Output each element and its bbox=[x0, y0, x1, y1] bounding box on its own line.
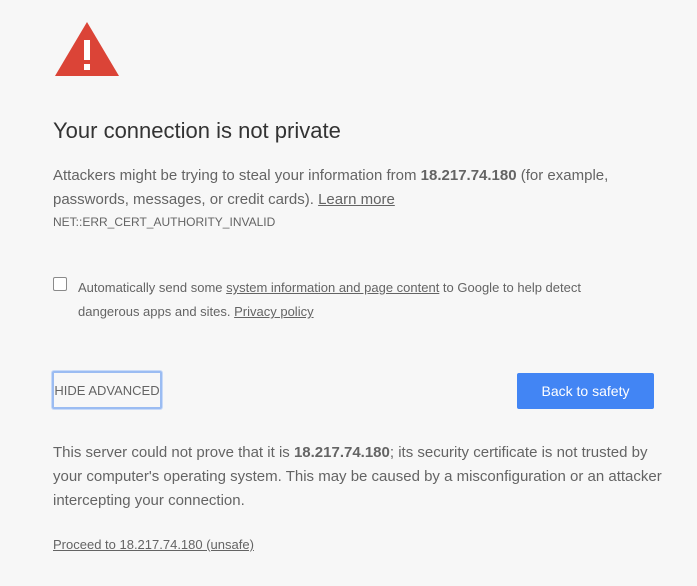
main-message: Attackers might be trying to steal your … bbox=[53, 164, 653, 212]
reporting-checkbox[interactable] bbox=[53, 277, 67, 291]
warning-triangle-icon bbox=[55, 22, 119, 76]
hide-advanced-button[interactable]: HIDE ADVANCED bbox=[52, 371, 162, 409]
checkbox-prefix: Automatically send some bbox=[78, 280, 227, 295]
details-host: 18.217.74.180 bbox=[293, 444, 390, 461]
advanced-details: This server could not prove that it is 1… bbox=[53, 441, 663, 513]
page-title: Your connection is not private bbox=[53, 118, 341, 143]
message-prefix: Attackers might be trying to steal your … bbox=[53, 167, 421, 184]
back-to-safety-button[interactable]: Back to safety bbox=[517, 373, 654, 409]
error-code: NET::ERR_CERT_AUTHORITY_INVALID bbox=[53, 215, 276, 229]
proceed-unsafe-link[interactable]: Proceed to 18.217.74.180 (unsafe) bbox=[53, 537, 254, 552]
learn-more-link[interactable]: Learn more bbox=[318, 191, 395, 208]
message-host: 18.217.74.180 bbox=[420, 167, 517, 184]
reporting-checkbox-label: Automatically send some system informati… bbox=[78, 276, 643, 324]
system-info-link[interactable]: system information and page content bbox=[226, 280, 439, 295]
details-prefix: This server could not prove that it is bbox=[53, 444, 294, 461]
privacy-policy-link[interactable]: Privacy policy bbox=[234, 304, 313, 319]
